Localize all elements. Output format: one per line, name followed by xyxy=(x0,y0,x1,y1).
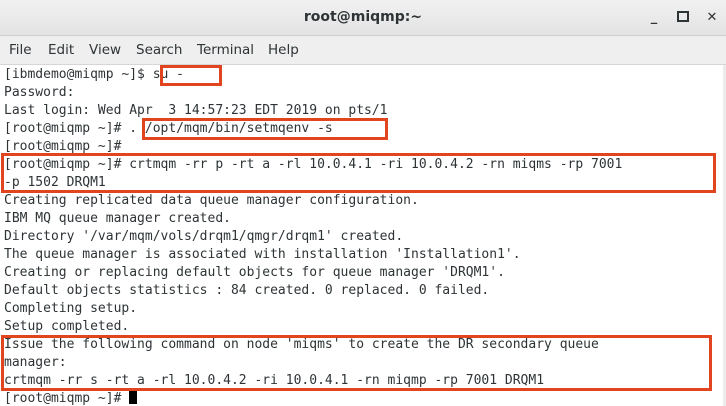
terminal-line: IBM MQ queue manager created. xyxy=(4,211,231,226)
terminal-line: crtmqm -rr s -rt a -rl 10.0.4.2 -ri 10.0… xyxy=(4,373,545,388)
menu-file[interactable]: File xyxy=(9,36,32,64)
menu-terminal[interactable]: Terminal xyxy=(197,36,254,64)
terminal-line: Issue the following command on node 'miq… xyxy=(4,337,599,352)
terminal-line: [ibmdemo@miqmp ~]$ su - xyxy=(4,67,185,82)
maximize-button[interactable] xyxy=(668,0,698,36)
terminal-line: [root@miqmp ~]# . /opt/mqm/bin/setmqenv … xyxy=(4,121,333,136)
terminal-line: Default objects statistics : 84 created.… xyxy=(4,283,490,298)
maximize-icon xyxy=(677,11,689,22)
terminal-line: [root@miqmp ~]# crtmqm -rr p -rt a -rl 1… xyxy=(4,157,623,172)
terminal-line: Setup completed. xyxy=(4,319,130,334)
terminal-line: Creating or replacing default objects fo… xyxy=(4,265,505,280)
terminal-prompt-line: [root@miqmp ~]# xyxy=(4,390,138,406)
minimize-icon: _ xyxy=(650,10,658,25)
menu-search[interactable]: Search xyxy=(136,36,182,64)
terminal-line: Password: xyxy=(4,85,75,100)
terminal-line: Directory '/var/mqm/vols/drqm1/qmgr/drqm… xyxy=(4,229,404,244)
terminal-prompt: [root@miqmp ~]# xyxy=(4,391,130,406)
title-bar[interactable]: root@miqmp:~ _ ✕ xyxy=(0,0,726,36)
menu-bar: File Edit View Search Terminal Help xyxy=(0,36,726,65)
minimize-button[interactable]: _ xyxy=(639,0,669,36)
text-cursor xyxy=(129,390,138,404)
terminal-line: Creating replicated data queue manager c… xyxy=(4,193,419,208)
menu-edit[interactable]: Edit xyxy=(48,36,74,64)
menu-view[interactable]: View xyxy=(89,36,121,64)
terminal-line: Completing setup. xyxy=(4,301,138,316)
terminal-line: Last login: Wed Apr 3 14:57:23 EDT 2019 … xyxy=(4,103,388,118)
close-button[interactable]: ✕ xyxy=(697,0,726,36)
menu-help[interactable]: Help xyxy=(268,36,299,64)
terminal-line: The queue manager is associated with ins… xyxy=(4,247,521,262)
close-icon: ✕ xyxy=(706,10,718,25)
terminal-window: root@miqmp:~ _ ✕ File Edit View Search T… xyxy=(0,0,726,406)
terminal-line: -p 1502 DRQM1 xyxy=(4,175,106,190)
terminal-output[interactable]: [ibmdemo@miqmp ~]$ su - Password: Last l… xyxy=(0,65,726,406)
terminal-line: manager: xyxy=(4,355,67,370)
terminal-line: [root@miqmp ~]# xyxy=(4,139,122,154)
window-title: root@miqmp:~ xyxy=(303,9,423,25)
